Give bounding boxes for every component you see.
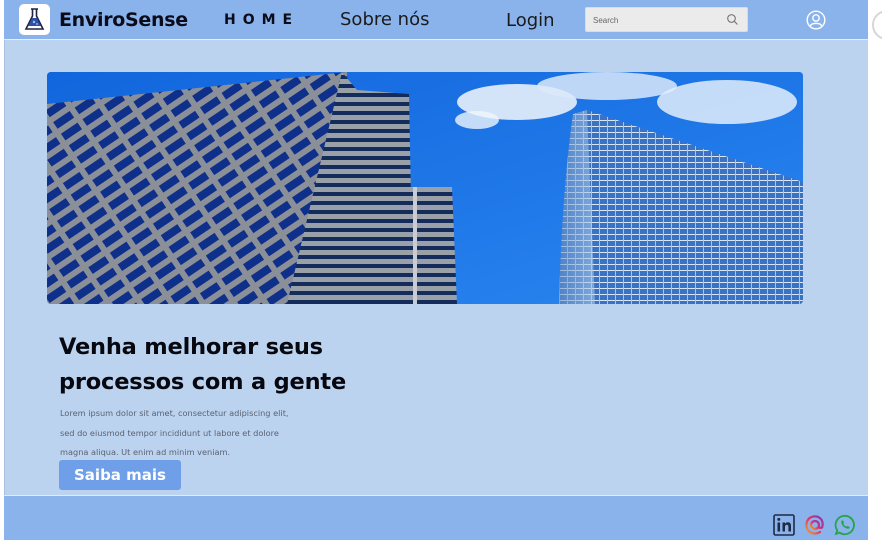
whatsapp-icon[interactable] [834, 514, 856, 536]
brand-name: EnviroSense [59, 9, 188, 31]
hero-headline: Venha melhorar seus processos com a gent… [59, 330, 399, 400]
search-bar [585, 7, 748, 32]
description-line-1: Lorem ipsum dolor sit amet, consectetur … [60, 408, 289, 418]
nav-login-link[interactable]: Login [506, 10, 555, 31]
skyscrapers-photo [47, 72, 803, 304]
threads-icon[interactable] [804, 514, 826, 536]
search-icon[interactable] [726, 13, 739, 26]
bottom-handle [400, 541, 474, 546]
headline-line-2: processos com a gente [59, 369, 347, 395]
hero-image [47, 72, 803, 304]
flask-logo-icon [24, 8, 45, 30]
user-circle-icon[interactable] [806, 10, 826, 30]
nav-about-link[interactable]: Sobre nós [340, 9, 429, 30]
saiba-mais-button[interactable]: Saiba mais [59, 460, 181, 490]
search-input[interactable] [593, 12, 721, 28]
hero-description: Lorem ipsum dolor sit amet, consectetur … [60, 404, 310, 463]
nav-home-link[interactable]: HOME [224, 12, 299, 28]
linkedin-icon[interactable] [773, 514, 795, 536]
top-navbar: EnviroSense HOME Sobre nós Login [4, 0, 868, 40]
corner-decoration [872, 10, 882, 40]
description-line-2: sed do eiusmod tempor incididunt ut labo… [60, 427, 279, 438]
right-scroll-area [868, 0, 882, 546]
headline-line-1: Venha melhorar seus [59, 334, 323, 360]
brand-logo[interactable] [19, 4, 50, 35]
footer-bar [4, 495, 868, 540]
